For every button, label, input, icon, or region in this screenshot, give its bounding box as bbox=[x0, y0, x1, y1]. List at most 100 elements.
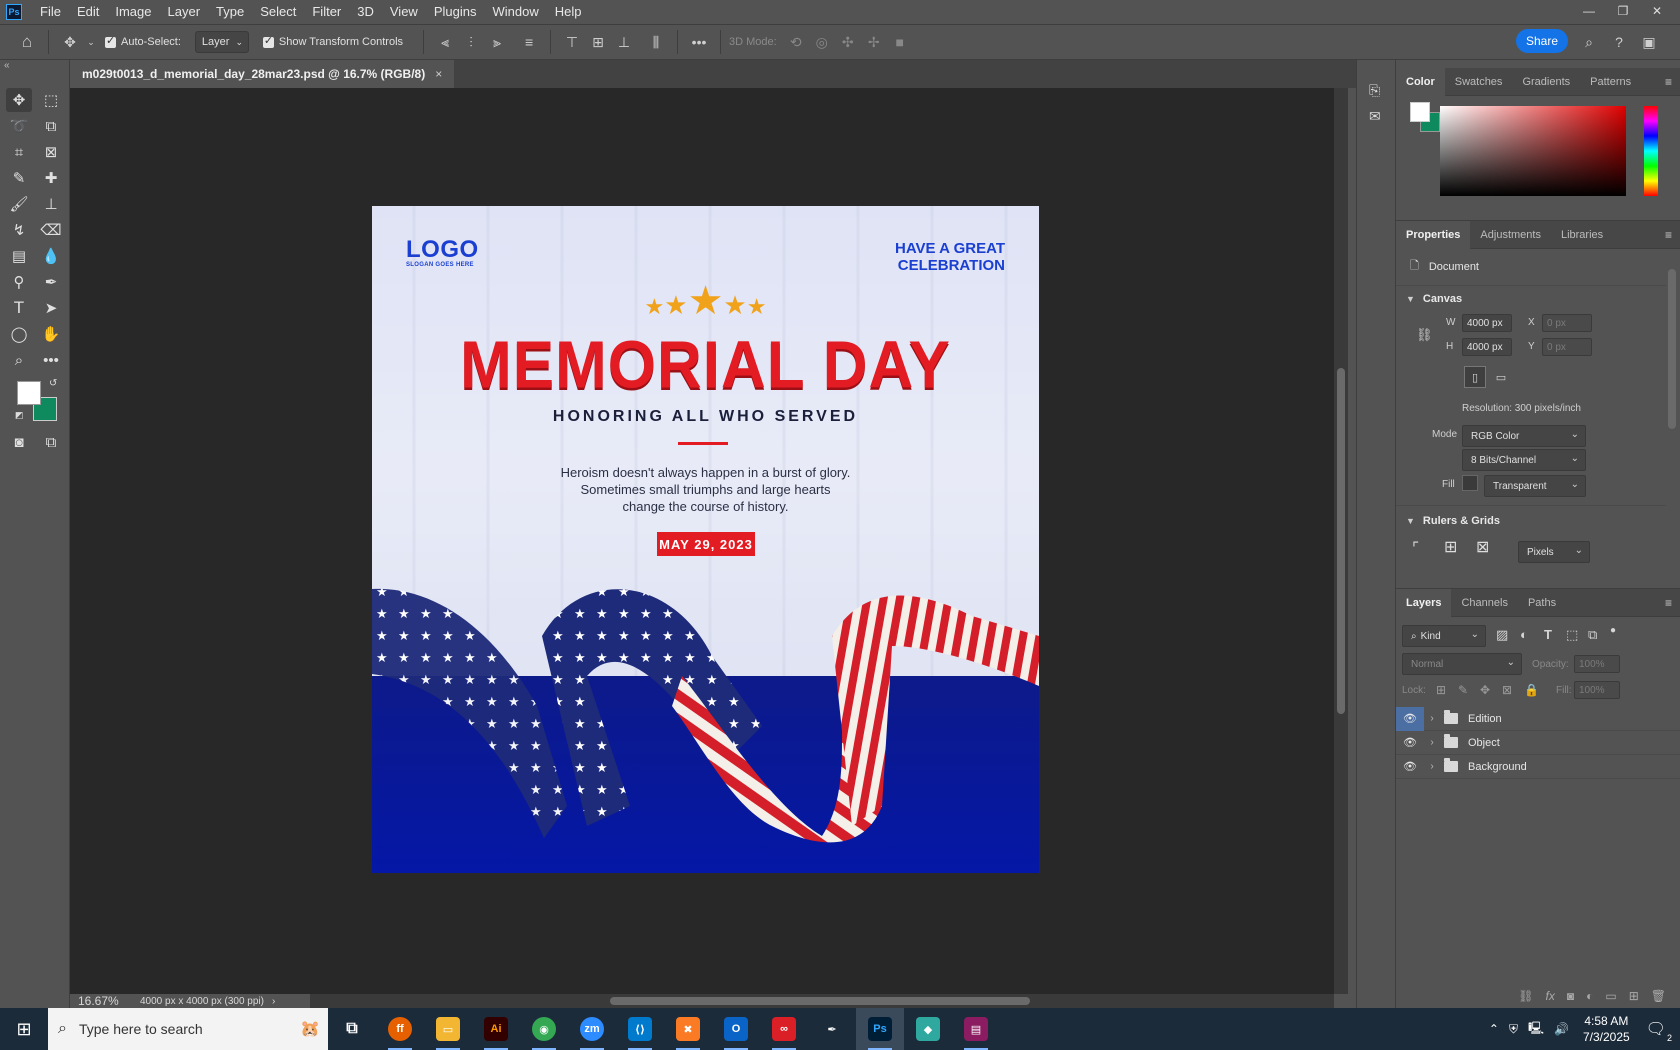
fill-dropdown[interactable]: Transparent ⌄ bbox=[1484, 475, 1586, 497]
eye-icon[interactable]: 👁 bbox=[1396, 736, 1424, 749]
chevron-right-icon[interactable]: › bbox=[272, 996, 275, 1007]
menu-help[interactable]: Help bbox=[547, 0, 590, 24]
history-brush-tool-icon[interactable]: ↯ bbox=[6, 218, 32, 242]
canvas-section-header[interactable]: ▼ Canvas bbox=[1396, 287, 1462, 311]
menu-type[interactable]: Type bbox=[208, 0, 252, 24]
menu-select[interactable]: Select bbox=[252, 0, 304, 24]
align-top-icon[interactable]: ⊤ bbox=[561, 31, 583, 53]
tab-color[interactable]: Color bbox=[1396, 67, 1445, 96]
brush-tool-icon[interactable]: 🖌 bbox=[6, 192, 32, 216]
add-mask-icon[interactable]: ◙ bbox=[1567, 989, 1574, 1003]
home-icon[interactable]: ⌂ bbox=[16, 31, 38, 53]
taskbar-app[interactable]: ◆ bbox=[904, 1008, 952, 1050]
artboard[interactable]: ★ LOGO SLOGAN GOES HERE HAVE A GREAT CE bbox=[372, 206, 1039, 873]
gradient-tool-icon[interactable]: ▤ bbox=[6, 244, 32, 268]
menu-edit[interactable]: Edit bbox=[69, 0, 107, 24]
type-tool-icon[interactable]: T bbox=[6, 296, 32, 320]
adjustment-layer-icon[interactable]: ◐ bbox=[1586, 989, 1593, 1003]
orbit-3d-icon[interactable]: ⟲ bbox=[785, 31, 807, 53]
roll-3d-icon[interactable]: ◎ bbox=[811, 31, 833, 53]
taskbar-pen[interactable]: ✒ bbox=[808, 1008, 856, 1050]
hand-tool-icon[interactable]: ✋ bbox=[38, 322, 64, 346]
lock-pixels-icon[interactable]: ✎ bbox=[1458, 683, 1468, 697]
move-tool-icon[interactable]: ✥ bbox=[59, 31, 81, 53]
filter-pixel-icon[interactable]: ▨ bbox=[1496, 627, 1508, 643]
windows-start-icon[interactable]: ⊞ bbox=[0, 1008, 48, 1050]
close-icon[interactable]: ✕ bbox=[1640, 0, 1674, 22]
menu-file[interactable]: File bbox=[32, 0, 69, 24]
vertical-scrollbar[interactable] bbox=[1334, 88, 1348, 994]
scroll-thumb[interactable] bbox=[1337, 368, 1345, 714]
tab-channels[interactable]: Channels bbox=[1451, 589, 1517, 617]
chevron-right-icon[interactable]: › bbox=[1424, 737, 1440, 748]
color-picker-field[interactable] bbox=[1440, 106, 1626, 196]
menu-layer[interactable]: Layer bbox=[160, 0, 209, 24]
menu-filter[interactable]: Filter bbox=[304, 0, 349, 24]
taskbar-xampp[interactable]: ✖ bbox=[664, 1008, 712, 1050]
portrait-orientation-icon[interactable]: ▯ bbox=[1464, 366, 1486, 388]
mode-dropdown[interactable]: RGB Color ⌄ bbox=[1462, 425, 1586, 447]
restore-icon[interactable]: ❐ bbox=[1606, 0, 1640, 22]
eye-icon[interactable]: 👁 bbox=[1396, 760, 1424, 773]
notifications-icon[interactable]: 🗨 2 bbox=[1646, 1019, 1672, 1043]
help-icon[interactable]: ? bbox=[1608, 31, 1630, 53]
taskbar-creative-cloud[interactable]: ∞ bbox=[760, 1008, 808, 1050]
zoom-level[interactable]: 16.67% bbox=[78, 994, 140, 1008]
show-transform-checkbox[interactable]: Show Transform Controls bbox=[262, 34, 403, 48]
link-icon[interactable]: ⛓ bbox=[1416, 327, 1433, 343]
screen-mode-icon[interactable]: ⧉ bbox=[38, 430, 64, 454]
panel-menu-icon[interactable]: ≡ bbox=[1665, 596, 1672, 610]
link-layers-icon[interactable]: ⛓ bbox=[1518, 989, 1533, 1003]
auto-select-target-dropdown[interactable]: Layer ⌄ bbox=[194, 31, 249, 53]
more-tools-icon[interactable]: ••• bbox=[38, 348, 64, 372]
dodge-tool-icon[interactable]: ⚲ bbox=[6, 270, 32, 294]
quick-mask-icon[interactable]: ◙ bbox=[6, 430, 32, 454]
menu-3d[interactable]: 3D bbox=[349, 0, 382, 24]
lock-position-icon[interactable]: ✥ bbox=[1480, 683, 1490, 697]
y-field[interactable]: 0 px bbox=[1542, 338, 1592, 356]
blend-mode-dropdown[interactable]: Normal ⌄ bbox=[1402, 653, 1522, 675]
pixel-grid-icon[interactable]: ⊠ bbox=[1476, 537, 1489, 557]
align-left-icon[interactable]: ⫷ bbox=[434, 31, 456, 53]
marquee-tool-icon[interactable]: ⬚ bbox=[38, 88, 64, 112]
taskbar-explorer[interactable]: ▭ bbox=[424, 1008, 472, 1050]
taskbar-illustrator[interactable]: Ai bbox=[472, 1008, 520, 1050]
menu-plugins[interactable]: Plugins bbox=[426, 0, 485, 24]
grid-icon[interactable]: ⊞ bbox=[1444, 537, 1457, 557]
bit-depth-dropdown[interactable]: 8 Bits/Channel ⌄ bbox=[1462, 449, 1586, 471]
tab-swatches[interactable]: Swatches bbox=[1445, 68, 1513, 96]
height-field[interactable]: 4000 px bbox=[1462, 338, 1512, 356]
auto-select-checkbox[interactable]: Auto-Select: bbox=[105, 34, 181, 48]
tab-layers[interactable]: Layers bbox=[1396, 588, 1452, 617]
zoom-tool-icon[interactable]: ⌕ bbox=[6, 348, 32, 372]
trash-icon[interactable]: 🗑 bbox=[1651, 989, 1666, 1003]
tab-paths[interactable]: Paths bbox=[1518, 589, 1566, 617]
layer-row[interactable]: 👁 › Object bbox=[1396, 731, 1680, 755]
path-select-tool-icon[interactable]: ➤ bbox=[38, 296, 64, 320]
security-icon[interactable]: ⛨ bbox=[1509, 1022, 1518, 1037]
lasso-tool-icon[interactable]: ➰ bbox=[6, 114, 32, 138]
layer-row[interactable]: 👁 › Edition bbox=[1396, 706, 1680, 731]
stamp-tool-icon[interactable]: ⊥ bbox=[38, 192, 64, 216]
panel-scrollbar[interactable] bbox=[1668, 269, 1676, 429]
fill-swatch[interactable] bbox=[1462, 475, 1478, 491]
rulers-section-header[interactable]: ▼ Rulers & Grids bbox=[1396, 509, 1500, 533]
clock[interactable]: 4:58 AM 7/3/2025 bbox=[1583, 1013, 1630, 1045]
chevron-up-icon[interactable]: ⌃ bbox=[1489, 1022, 1499, 1036]
workspace-icon[interactable]: ▣ bbox=[1638, 31, 1660, 53]
ruler-icon[interactable]: ⌜ bbox=[1412, 539, 1419, 557]
layer-filter-dropdown[interactable]: ⌕ Kind ⌄ bbox=[1402, 625, 1486, 647]
taskbar-winrar[interactable]: ▤ bbox=[952, 1008, 1000, 1050]
menu-view[interactable]: View bbox=[382, 0, 426, 24]
pen-tool-icon[interactable]: ✒ bbox=[38, 270, 64, 294]
default-colors-icon[interactable]: ◩ bbox=[15, 410, 24, 421]
menu-window[interactable]: Window bbox=[484, 0, 546, 24]
lock-transparent-icon[interactable]: ⊞ bbox=[1436, 683, 1446, 697]
chevron-right-icon[interactable]: › bbox=[1424, 713, 1440, 724]
panel-menu-icon[interactable]: ≡ bbox=[1665, 75, 1672, 89]
checkbox-checked-icon[interactable] bbox=[262, 34, 274, 48]
minimize-icon[interactable]: — bbox=[1572, 0, 1606, 22]
chevron-down-icon[interactable]: ⌄ bbox=[85, 31, 97, 53]
eraser-tool-icon[interactable]: ⌫ bbox=[38, 218, 64, 242]
document-tab[interactable]: m029t0013_d_memorial_day_28mar23.psd @ 1… bbox=[70, 60, 455, 88]
